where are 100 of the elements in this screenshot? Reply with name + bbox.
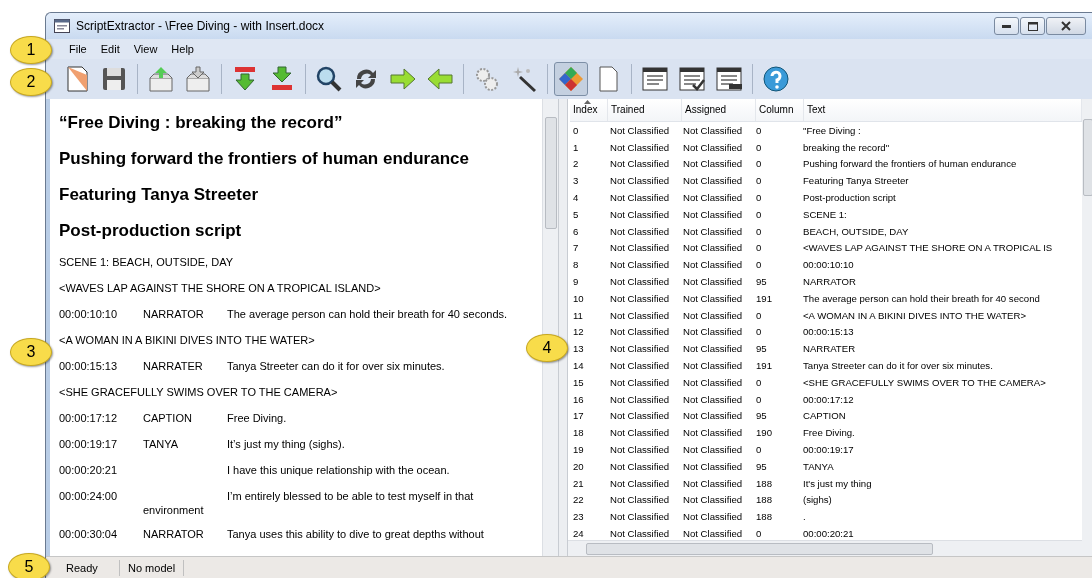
table-cell-text: Not Classified — [682, 393, 744, 405]
arrow-left-icon — [426, 65, 454, 93]
table-cell-text: Not Classified — [609, 360, 671, 372]
table-cell-text: Not Classified — [609, 292, 671, 304]
vertical-scrollbar[interactable] — [542, 99, 558, 556]
table-cell-text: 16 — [572, 393, 585, 405]
close-button[interactable] — [1046, 17, 1086, 35]
table-cell-text: Post-production script — [802, 192, 897, 204]
speaker-text: NARRATER — [143, 360, 203, 372]
status-text: No model — [120, 560, 185, 576]
table-cell-text: Not Classified — [682, 175, 744, 187]
table-cell-text: 0 — [755, 326, 763, 338]
horizontal-scrollbar[interactable] — [568, 540, 1082, 556]
timecode-text: 00:00:10:10 — [59, 307, 119, 322]
table-cell-text: 20 — [572, 460, 585, 472]
vertical-scrollbar[interactable] — [1082, 99, 1092, 556]
dialogue-continuation-text: environment — [143, 503, 204, 517]
table-cell-text: 6 — [572, 225, 580, 237]
table-cell-text: breaking the record" — [802, 141, 891, 153]
table-cell-text: Not Classified — [682, 326, 744, 338]
speaker-text: NARRATOR — [143, 308, 204, 320]
table-cell-text: 8 — [572, 259, 580, 271]
table-cell-text: 0 — [755, 393, 763, 405]
minimize-icon — [1002, 24, 1011, 28]
table-cell-text: 0 — [755, 444, 763, 456]
table-cell-text: 17 — [572, 410, 585, 422]
table-cell-text: 15 — [572, 376, 585, 388]
window-title: ScriptExtractor - \Free Diving - with Insert.docx — [76, 19, 325, 33]
table-cell-text: 00:00:17:12 — [802, 393, 855, 405]
document-line: <A WOMAN IN A BIKINI DIVES INTO THE WATER> — [59, 333, 315, 348]
table-cell-text: "Free Diving : — [802, 124, 862, 136]
timecode-text: 00:00:30:04 — [59, 527, 119, 542]
table-cell-text: 190 — [755, 427, 773, 439]
table-cell-text: NARRATOR — [802, 276, 857, 288]
table-cell-text: 188 — [755, 511, 773, 523]
callout-badge: 1 — [10, 36, 52, 64]
list-minus-icon — [715, 65, 743, 93]
document-heading: “Free Diving : breaking the record” — [59, 112, 343, 134]
table-cell-text: Not Classified — [682, 124, 744, 136]
table-cell-text: 23 — [572, 511, 585, 523]
menu-item[interactable]: View — [126, 43, 165, 55]
table-cell-text: 19 — [572, 444, 585, 456]
minimize-button[interactable] — [994, 17, 1019, 35]
table-cell-text: BEACH, OUTSIDE, DAY — [802, 225, 910, 237]
table-cell-text: 9 — [572, 276, 580, 288]
table-cell-text: 2 — [572, 158, 580, 170]
table-cell-text: Not Classified — [609, 192, 671, 204]
table-cell-text: 0 — [755, 124, 763, 136]
document-line: <WAVES LAP AGAINST THE SHORE ON A TROPICAL ISLAND> — [59, 281, 381, 296]
column-header[interactable]: Column — [756, 99, 804, 121]
table-cell-text: 0 — [755, 141, 763, 153]
table-cell-text: 0 — [755, 376, 763, 388]
window-app-icon — [54, 19, 70, 33]
table-cell-text: 7 — [572, 242, 580, 254]
menu-item[interactable]: File — [62, 43, 94, 55]
table-cell-text: Not Classified — [609, 444, 671, 456]
table-cell-text: Not Classified — [682, 410, 744, 422]
menu-item[interactable]: Edit — [93, 43, 127, 55]
table-cell-text: <SHE GRACEFULLY SWIMS OVER TO THE CAMERA> — [802, 376, 1047, 388]
scrollbar-thumb[interactable] — [1083, 119, 1092, 196]
dialogue-text: Tanya uses this ability to dive to great depths without — [227, 527, 484, 542]
table-cell-text: 00:00:10:10 — [802, 259, 855, 271]
table-cell-text: Not Classified — [682, 292, 744, 304]
table-cell-text: 0 — [755, 158, 763, 170]
table-cell-text: Not Classified — [682, 242, 744, 254]
scrollbar-thumb[interactable] — [545, 117, 557, 229]
table-cell-text: 0 — [755, 242, 763, 254]
table-cell-text: Not Classified — [682, 427, 744, 439]
table-cell-text: Not Classified — [682, 141, 744, 153]
table-cell-text: The average person can hold their breath for 40 second — [802, 292, 1041, 304]
table-cell-text: 5 — [572, 208, 580, 220]
table-cell-text: Not Classified — [609, 276, 671, 288]
callout-badge: 5 — [8, 553, 50, 578]
column-header[interactable]: Assigned — [682, 99, 756, 121]
table-cell-text: Not Classified — [609, 242, 671, 254]
table-cell-text: Not Classified — [609, 259, 671, 271]
table-cell-text: Not Classified — [682, 477, 744, 489]
column-header[interactable]: Trained — [608, 99, 682, 121]
callout-badge: 3 — [10, 338, 52, 366]
table-cell-text: Not Classified — [682, 511, 744, 523]
scrollbar-thumb[interactable] — [586, 543, 933, 555]
column-header[interactable]: Index — [570, 99, 608, 121]
table-cell-text: Not Classified — [609, 376, 671, 388]
table-cell-text: Not Classified — [609, 326, 671, 338]
table-cell-text: Not Classified — [682, 376, 744, 388]
table-cell-text: . — [802, 511, 807, 523]
document-line: <SHE GRACEFULLY SWIMS OVER TO THE CAMERA> — [59, 385, 338, 400]
table-cell-text: Pushing forward the frontiers of human endurance — [802, 158, 1018, 170]
maximize-button[interactable] — [1020, 17, 1045, 35]
menu-item[interactable]: Help — [164, 43, 201, 55]
puzzle-icon — [557, 65, 585, 93]
table-cell-text: Not Classified — [609, 175, 671, 187]
table-cell-text: Not Classified — [682, 158, 744, 170]
timecode-text: 00:00:15:13 — [59, 359, 119, 374]
table-cell-text: 95 — [755, 410, 768, 422]
list-check-icon — [678, 65, 706, 93]
table-cell-text: Not Classified — [682, 309, 744, 321]
dialogue-text: I have this unique relationship with the ocean. — [227, 463, 450, 478]
timecode-text: 00:00:17:12 — [59, 411, 119, 426]
document-line: SCENE 1: BEACH, OUTSIDE, DAY — [59, 255, 233, 270]
